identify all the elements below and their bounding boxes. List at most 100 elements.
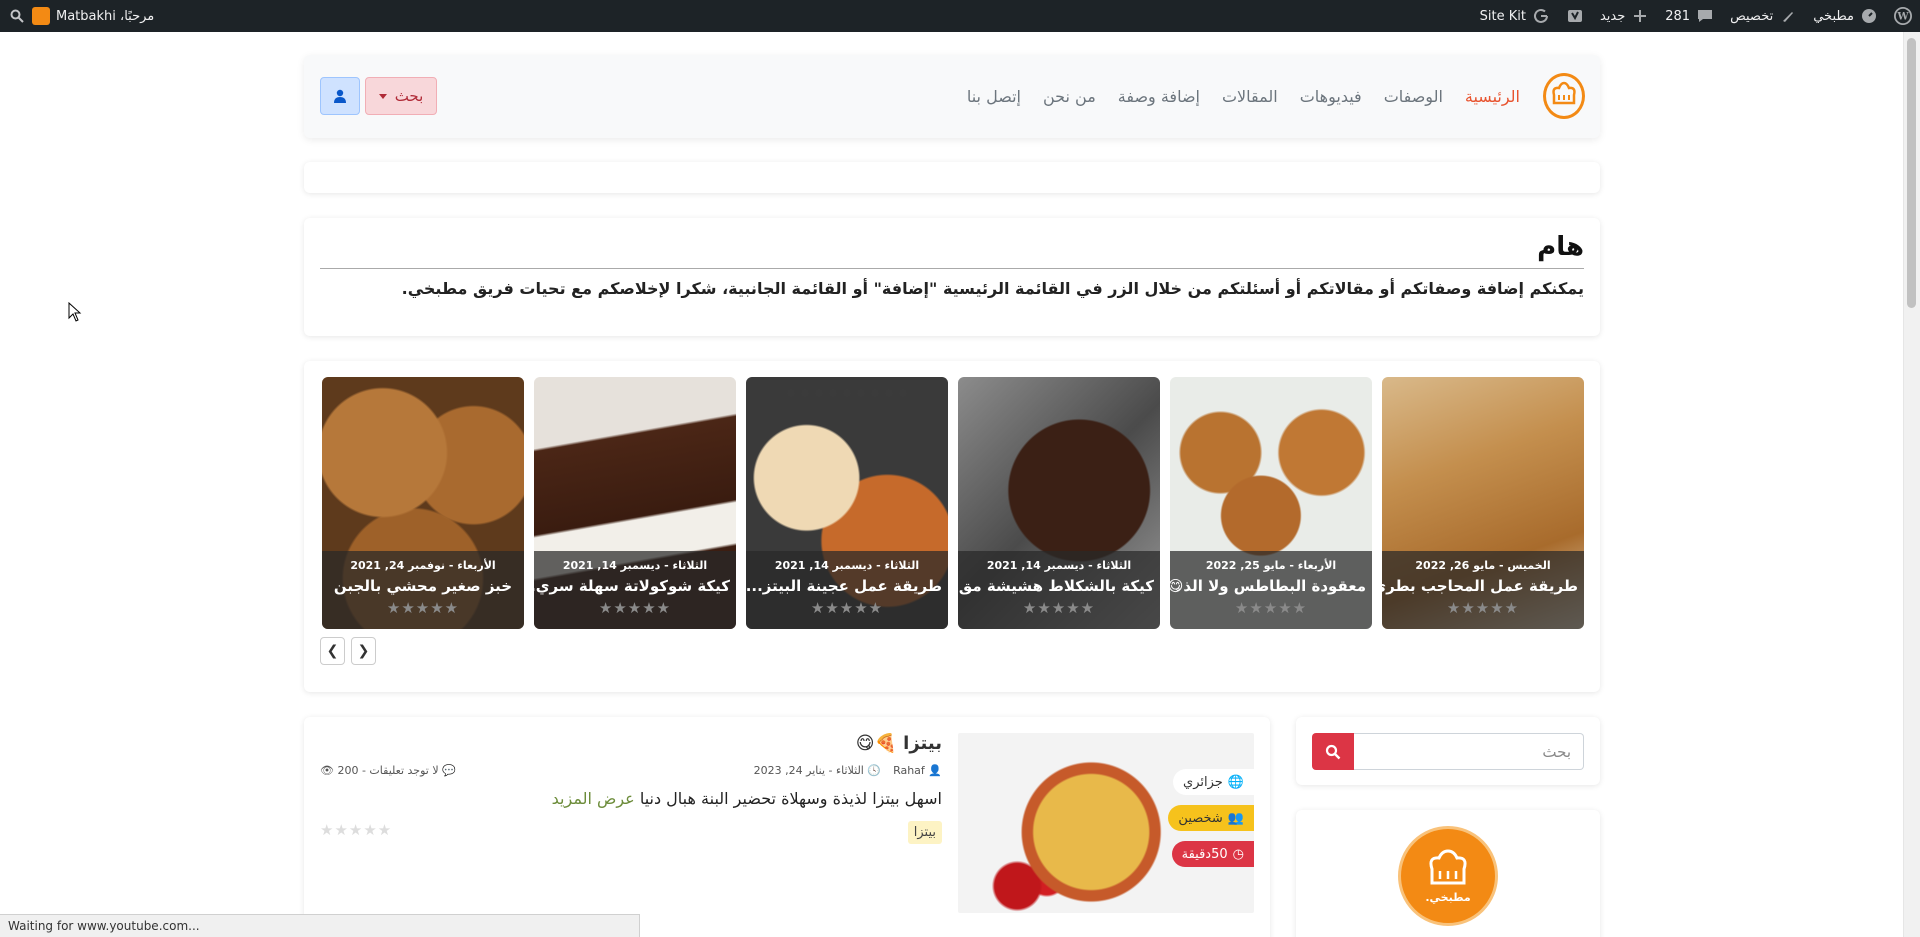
- notice-title: هام: [320, 232, 1584, 269]
- sitekit-menu[interactable]: Site Kit: [1472, 0, 1558, 32]
- sidebar-logo[interactable]: مطبخي.: [1398, 826, 1498, 926]
- slide-card[interactable]: الأربعاء - نوفمبر 24, 2021 خبز صغير محشي…: [322, 377, 524, 629]
- time-tag[interactable]: ◷ 50دقيقة: [1171, 841, 1254, 867]
- slide-title: طريقة عمل عجينة البيتز...: [746, 577, 942, 595]
- video-dots: [787, 389, 907, 397]
- user-account-button[interactable]: [320, 77, 360, 115]
- slide-rating: ★★★★★: [386, 599, 460, 617]
- slider-next-button[interactable]: ❯: [351, 637, 376, 665]
- search-icon[interactable]: [8, 7, 26, 25]
- comments-views-text: لا توجد تعليقات - 200: [337, 764, 439, 777]
- eye-icon: 👁: [320, 764, 334, 777]
- wordpress-icon: W: [1894, 7, 1912, 25]
- excerpt-text: اسهل بيتزا لذيذة وسهلاة تحضير البنة هبال…: [639, 789, 942, 808]
- recipes-slider: الخميس - مايو 26, 2022 طريقة عمل المحاجب…: [304, 361, 1600, 692]
- empty-card: [304, 162, 1600, 193]
- google-icon: [1532, 7, 1550, 25]
- read-more-link[interactable]: عرض المزيد: [552, 789, 635, 808]
- clock-icon: 🕓: [867, 764, 882, 777]
- customize-label: تخصيص: [1730, 8, 1774, 24]
- yoast-menu[interactable]: [1558, 0, 1592, 32]
- nav-articles[interactable]: المقالات: [1222, 87, 1278, 106]
- servings-label: شخصين: [1178, 810, 1223, 826]
- mouse-cursor-icon: [68, 302, 82, 322]
- post-title[interactable]: بيتزا 🍕😋: [856, 733, 942, 754]
- user-avatar[interactable]: [32, 7, 50, 25]
- notice-text: يمكنكم إضافة وصفاتكم أو مقالاتكم أو أسئل…: [401, 279, 1584, 298]
- nav-videos[interactable]: فيديوهات: [1300, 87, 1362, 106]
- comments-link[interactable]: 281: [1657, 0, 1722, 32]
- nav-add-recipe[interactable]: إضافة وصفة: [1118, 87, 1200, 106]
- browser-status-bar: Waiting for www.youtube.com...: [0, 914, 640, 937]
- servings-tag[interactable]: 👥 شخصين: [1168, 805, 1254, 831]
- slide-caption: الثلاثاء - ديسمبر 14, 2021 كيكة بالشكلاط…: [958, 551, 1160, 629]
- slide-card[interactable]: الأربعاء - مايو 25, 2022 معقودة البطاطس …: [1170, 377, 1372, 629]
- slide-rating: ★★★★★: [810, 599, 884, 617]
- scrollbar-thumb[interactable]: [1907, 38, 1916, 308]
- new-label: جديد: [1599, 8, 1626, 24]
- new-content-menu[interactable]: جديد: [1592, 0, 1657, 32]
- page-scrollbar[interactable]: [1903, 32, 1920, 937]
- post-card: 🌐 جزائري 👥 شخصين ◷ 50دقيقة بيتزا 🍕😋 👤 Ra…: [304, 717, 1270, 937]
- nav-recipes[interactable]: الوصفات: [1384, 87, 1443, 106]
- post-stats: 💬 لا توجد تعليقات - 200 👁: [320, 764, 456, 777]
- globe-icon: 🌐: [1227, 774, 1244, 790]
- slide-card[interactable]: الثلاثاء - ديسمبر 14, 2021 كيكة شوكولاتة…: [534, 377, 736, 629]
- author-name: Rahaf: [893, 764, 925, 777]
- time-label: 50دقيقة: [1181, 846, 1228, 862]
- sidebar-search-button[interactable]: [1312, 733, 1354, 770]
- chef-hat-icon: [1552, 81, 1576, 105]
- slide-rating: ★★★★★: [598, 599, 672, 617]
- main-navbar: الرئيسية الوصفات فيديوهات المقالات إضافة…: [304, 55, 1600, 138]
- slider-prev-button[interactable]: ❮: [320, 637, 345, 665]
- post-excerpt: اسهل بيتزا لذيذة وسهلاة تحضير البنة هبال…: [552, 789, 942, 808]
- admin-bar: W مطبخي تخصيص 281 جديد Site Kit مرحبًا، …: [0, 0, 1920, 32]
- customize-link[interactable]: تخصيص: [1722, 0, 1805, 32]
- site-name: مطبخي: [1813, 8, 1854, 24]
- slide-date: الأربعاء - نوفمبر 24, 2021: [350, 559, 496, 572]
- nav-menu: الرئيسية الوصفات فيديوهات المقالات إضافة…: [967, 55, 1520, 138]
- user-icon: [334, 89, 346, 103]
- slide-caption: الثلاثاء - ديسمبر 14, 2021 طريقة عمل عجي…: [746, 551, 948, 629]
- origin-tag[interactable]: 🌐 جزائري: [1173, 769, 1254, 795]
- post-author[interactable]: 👤 Rahaf: [893, 764, 942, 777]
- brush-icon: [1779, 7, 1797, 25]
- search-dropdown-label: بحث: [394, 87, 424, 105]
- nav-contact[interactable]: إتصل بنا: [967, 87, 1021, 106]
- sitekit-label: Site Kit: [1479, 8, 1526, 24]
- site-logo[interactable]: [1543, 73, 1585, 119]
- slide-date: الأربعاء - مايو 25, 2022: [1205, 559, 1337, 572]
- category-badge[interactable]: بيتزا: [907, 821, 942, 844]
- slide-card[interactable]: الخميس - مايو 26, 2022 طريقة عمل المحاجب…: [1382, 377, 1584, 629]
- slide-date: الثلاثاء - ديسمبر 14, 2021: [986, 559, 1132, 572]
- slide-card[interactable]: الثلاثاء - ديسمبر 14, 2021 كيكة بالشكلاط…: [958, 377, 1160, 629]
- sidebar-logo-text: مطبخي.: [1425, 890, 1471, 904]
- slider-arrows: ❮ ❯: [320, 637, 376, 665]
- slide-caption: الخميس - مايو 26, 2022 طريقة عمل المحاجب…: [1382, 551, 1584, 629]
- slide-caption: الأربعاء - نوفمبر 24, 2021 خبز صغير محشي…: [322, 551, 524, 629]
- post-thumbnail[interactable]: 🌐 جزائري 👥 شخصين ◷ 50دقيقة: [958, 733, 1254, 913]
- chevron-right-icon: ❯: [357, 643, 370, 659]
- slide-title: كيكة بالشكلاط هشيشة مق...: [958, 577, 1154, 595]
- wp-logo-menu[interactable]: W: [1886, 0, 1920, 32]
- comments-count: 281: [1665, 8, 1691, 24]
- post-rating[interactable]: ★★★★★: [320, 821, 392, 839]
- site-name-menu[interactable]: مطبخي: [1805, 0, 1886, 32]
- yoast-icon: [1566, 7, 1584, 25]
- sidebar-search-card: بحث: [1296, 717, 1600, 785]
- slide-rating: ★★★★★: [1234, 599, 1308, 617]
- clock-icon: ◷: [1232, 846, 1244, 862]
- slide-card[interactable]: الثلاثاء - ديسمبر 14, 2021 طريقة عمل عجي…: [746, 377, 948, 629]
- search-dropdown-button[interactable]: بحث: [365, 77, 437, 115]
- slide-caption: الأربعاء - مايو 25, 2022 معقودة البطاطس …: [1170, 551, 1372, 629]
- slide-rating: ★★★★★: [1022, 599, 1096, 617]
- nav-about[interactable]: من نحن: [1043, 87, 1096, 106]
- slide-title: معقودة البطاطس ولا الذ😋: [1170, 577, 1366, 595]
- sidebar-search-input[interactable]: بحث: [1352, 733, 1584, 770]
- greeting[interactable]: مرحبًا، Matbakhi: [56, 9, 154, 24]
- nav-home[interactable]: الرئيسية: [1465, 87, 1520, 106]
- notice-card: هام يمكنكم إضافة وصفاتكم أو مقالاتكم أو …: [304, 218, 1600, 336]
- sidebar-logo-card: مطبخي.: [1296, 810, 1600, 937]
- caret-down-icon: [378, 93, 387, 99]
- users-icon: 👥: [1227, 810, 1244, 826]
